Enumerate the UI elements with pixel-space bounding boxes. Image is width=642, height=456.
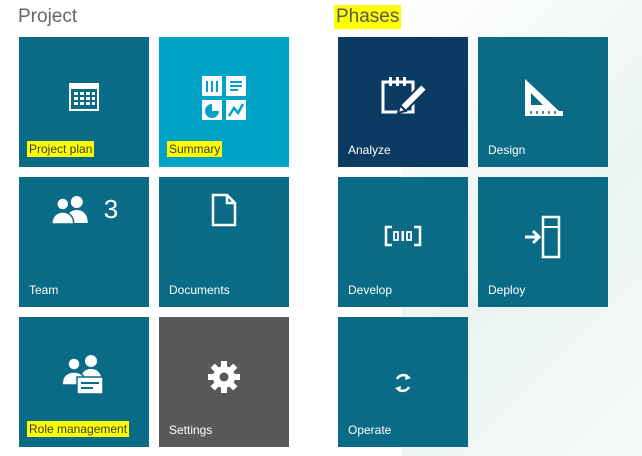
tile-label: Develop [348,283,393,297]
calendar-icon [68,81,100,113]
tile-label: Settings [169,423,213,437]
tile-label: Project plan [27,141,95,157]
tile-label: Operate [348,423,392,437]
summary-dashboard-icon [201,75,247,121]
role-management-icon [60,353,108,395]
tile-analyze[interactable]: Analyze [338,37,468,167]
tile-role-management[interactable]: Role management [19,317,149,447]
tile-settings[interactable]: Settings [159,317,289,447]
tile-label: Team [29,283,59,297]
gear-icon [207,360,241,394]
tile-develop[interactable]: Develop [338,177,468,307]
tile-team[interactable]: 3 Team [19,177,149,307]
tile-deploy[interactable]: Deploy [478,177,608,307]
code-binary-icon [384,225,422,247]
tile-project-plan[interactable]: Project plan [19,37,149,167]
tile-label: Role management [27,421,130,437]
set-square-icon [521,77,565,117]
tile-documents[interactable]: Documents [159,177,289,307]
team-group: 3 [50,194,118,224]
server-arrow-icon [523,215,563,259]
phases-section-title: Phases [334,5,402,29]
tile-label: Design [488,143,526,157]
tile-summary[interactable]: Summary [159,37,289,167]
tile-operate[interactable]: Operate [338,317,468,447]
tile-label: Summary [167,141,223,157]
people-icon [50,194,92,224]
refresh-cycle-icon [393,373,413,393]
tile-label: Analyze [348,143,391,157]
project-section-title: Project [18,6,78,27]
tile-design[interactable]: Design [478,37,608,167]
tile-label: Documents [169,283,230,297]
document-icon [211,193,237,227]
team-count: 3 [103,194,119,224]
clipboard-pencil-icon [380,75,426,121]
tile-label: Deploy [488,283,526,297]
